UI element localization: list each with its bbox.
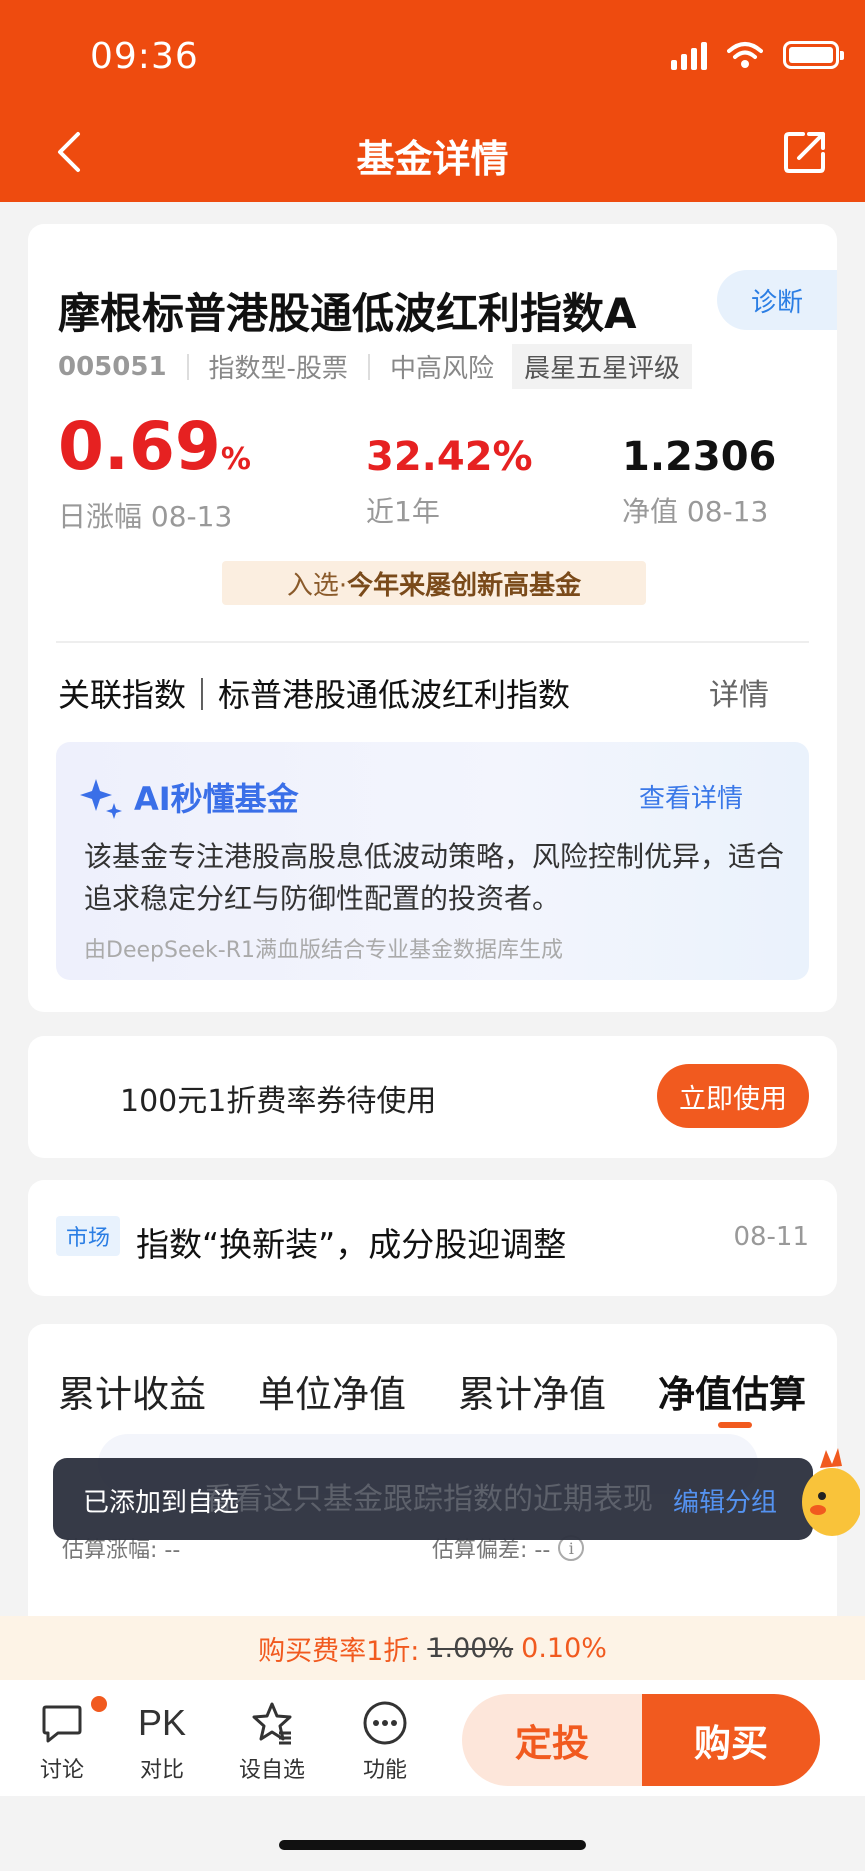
toast-text: 已添加到自选 — [83, 1488, 240, 1518]
action-button-group: 定投 购买 — [462, 1694, 820, 1786]
diagnose-button[interactable]: 诊断 — [717, 270, 837, 330]
daily-change-unit: % — [220, 442, 251, 477]
more-dots-icon — [363, 1701, 407, 1745]
discuss-button[interactable]: 讨论 — [22, 1694, 109, 1784]
edit-group-link[interactable]: 编辑分组 — [673, 1482, 777, 1519]
cellular-signal-icon — [671, 40, 707, 70]
news-card[interactable]: 市场 指数“换新装”，成分股迎调整 08-11 — [28, 1180, 837, 1296]
functions-button[interactable]: 功能 — [345, 1700, 425, 1784]
coupon-card: 100元1折费率券待使用 立即使用 — [28, 1036, 837, 1158]
fund-name: 摩根标普港股通低波红利指数A — [58, 289, 637, 338]
mascot-icon[interactable] — [800, 1444, 860, 1554]
ai-more-link[interactable]: 查看详情 — [639, 778, 743, 815]
fee-new-rate: 0.10% — [521, 1632, 607, 1664]
tab-nav-estimate[interactable]: 净值估算 — [658, 1364, 806, 1418]
daily-change-value: 0.69 — [58, 408, 221, 485]
functions-label: 功能 — [362, 1758, 407, 1783]
use-coupon-button[interactable]: 立即使用 — [657, 1064, 809, 1128]
status-icons — [671, 40, 844, 70]
news-date: 08-11 — [733, 1222, 809, 1252]
watchlist-label: 设自选 — [238, 1758, 305, 1783]
news-headline[interactable]: 指数“换新装”，成分股迎调整 — [136, 1218, 566, 1266]
tab-cumulative-nav[interactable]: 累计净值 — [458, 1364, 606, 1418]
year-return-metric: 32.42% 近1年 — [366, 434, 533, 530]
year-return-value: 32.42% — [366, 434, 533, 480]
fee-discount-bar: 购买费率1折: 1.00% 0.10% — [0, 1616, 865, 1680]
fund-tags: 005051 指数型-股票 中高风险 晨星五星评级 — [58, 344, 692, 389]
daily-change-metric: 0.69% 日涨幅 08-13 — [58, 414, 251, 535]
ai-source-note: 由DeepSeek-R1满血版结合专业基金数据库生成 — [84, 938, 563, 963]
selected-prefix: 入选· — [286, 570, 348, 601]
fee-old-rate: 1.00% — [427, 1632, 514, 1664]
toast: 看看这只基金跟踪指数的近期表现 已添加到自选 编辑分组 — [53, 1458, 813, 1540]
ai-summary-box: AI秒懂基金 查看详情 该基金专注港股高股息低波动策略，风险控制优异，适合追求稳… — [56, 742, 809, 980]
app-header: 09:36 基金详情 — [0, 0, 865, 202]
chat-bubble-icon — [42, 1705, 82, 1743]
toast-hint-behind: 看看这只基金跟踪指数的近期表现 — [203, 1482, 653, 1517]
ai-summary-text: 该基金专注港股高股息低波动策略，风险控制优异，适合追求稳定分红与防御性配置的投资… — [84, 840, 785, 915]
daily-change-label: 日涨幅 08-13 — [58, 500, 233, 533]
nav-label: 净值 08-13 — [622, 495, 769, 528]
ai-title-text: AI秒懂基金 — [134, 780, 299, 818]
nav-metric: 1.2306 净值 08-13 — [622, 434, 776, 530]
pk-icon: PK — [137, 1702, 187, 1743]
nav-value: 1.2306 — [622, 434, 777, 480]
buy-button[interactable]: 购买 — [642, 1694, 820, 1786]
discuss-label: 讨论 — [39, 1758, 84, 1783]
divider — [56, 641, 809, 643]
fund-info-card: 摩根标普港股通低波红利指数A 诊断 005051 指数型-股票 中高风险 晨星五… — [28, 224, 837, 1012]
bottom-action-bar: 讨论 PK 对比 设自选 功能 定投 购买 — [0, 1680, 865, 1796]
active-tab-indicator — [718, 1422, 752, 1428]
related-index[interactable]: 关联指数｜标普港股通低波红利指数 — [58, 670, 570, 716]
coupon-text: 100元1折费率券待使用 — [120, 1084, 437, 1119]
tag-divider — [186, 353, 189, 380]
fund-risk: 中高风险 — [389, 354, 494, 384]
auto-invest-button[interactable]: 定投 — [462, 1694, 642, 1786]
share-icon[interactable] — [783, 130, 827, 174]
compare-label: 对比 — [139, 1758, 184, 1783]
wifi-icon — [727, 42, 763, 68]
fund-type: 指数型-股票 — [208, 354, 348, 384]
news-tag: 市场 — [56, 1216, 121, 1256]
home-indicator — [279, 1840, 586, 1850]
selected-text: 今年来屡创新高基金 — [347, 570, 582, 601]
tab-cumulative-return[interactable]: 累计收益 — [58, 1364, 206, 1418]
compare-button[interactable]: PK 对比 — [122, 1700, 202, 1784]
status-time: 09:36 — [90, 36, 199, 77]
related-index-detail-link[interactable]: 详情 — [709, 670, 769, 714]
notification-dot — [89, 1694, 109, 1714]
tag-divider — [367, 353, 370, 380]
fund-rating-badge[interactable]: 晨星五星评级 — [511, 344, 692, 389]
selected-list-banner[interactable]: 入选· 今年来屡创新高基金 — [222, 561, 646, 605]
sparkle-icon — [80, 779, 122, 819]
ai-title: AI秒懂基金 — [80, 774, 299, 820]
page-title: 基金详情 — [356, 137, 509, 181]
fund-code: 005051 — [58, 351, 167, 382]
fee-label: 购买费率1折: — [258, 1635, 420, 1667]
add-watchlist-button[interactable]: 设自选 — [232, 1700, 312, 1784]
year-return-label: 近1年 — [366, 495, 440, 528]
tab-unit-nav[interactable]: 单位净值 — [258, 1364, 406, 1418]
battery-icon — [783, 41, 844, 69]
star-icon — [252, 1702, 292, 1745]
